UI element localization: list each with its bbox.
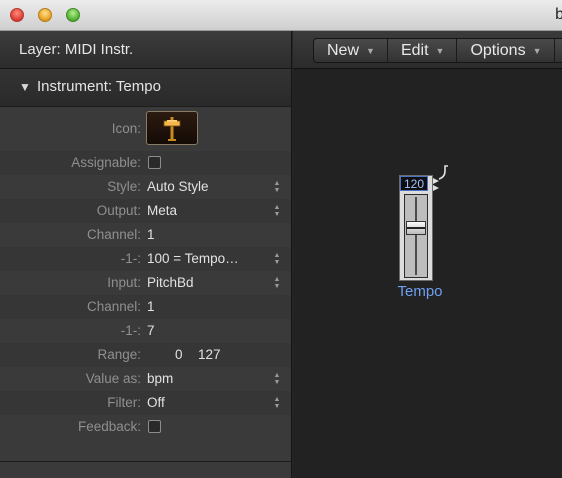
menu-label: Edit xyxy=(400,41,429,59)
param-row-channel: Channel: 1 xyxy=(0,223,291,247)
feedback-checkbox[interactable] xyxy=(148,420,161,433)
environment-toolbar: New ▼ Edit ▼ Options ▼ xyxy=(293,31,562,69)
app-window: b Layer: MIDI Instr. ▼ Instrument: Tempo… xyxy=(0,0,562,478)
param-label: Value as: xyxy=(85,371,141,386)
param-row-input-definition: -1-: 7 xyxy=(0,319,291,343)
fader-handle-line xyxy=(407,227,425,229)
close-window-button[interactable] xyxy=(10,8,24,22)
popup-arrows-icon[interactable]: ▲ ▼ xyxy=(273,180,281,194)
minimize-window-button[interactable] xyxy=(38,8,52,22)
param-label: Output: xyxy=(96,203,141,218)
tempo-object-name[interactable]: Tempo xyxy=(389,283,451,300)
layer-header[interactable]: Layer: MIDI Instr. xyxy=(0,31,291,69)
definition-popup[interactable]: 100 = Tempo… xyxy=(147,251,239,266)
param-row-icon: Icon: xyxy=(0,107,291,151)
param-label: Channel: xyxy=(86,299,141,314)
popup-arrows-icon[interactable]: ▲ ▼ xyxy=(273,372,281,386)
assignable-checkbox[interactable] xyxy=(148,156,161,169)
title-bar[interactable]: b xyxy=(0,0,562,31)
window-title: b xyxy=(555,6,562,23)
input-channel-value[interactable]: 1 xyxy=(147,299,155,314)
menu-label: New xyxy=(327,41,360,59)
style-popup[interactable]: Auto Style xyxy=(147,179,209,194)
instrument-section-header[interactable]: ▼ Instrument: Tempo xyxy=(0,69,291,107)
divider xyxy=(0,461,291,462)
disclosure-triangle-icon[interactable]: ▼ xyxy=(19,80,31,94)
range-low-value[interactable]: 0 xyxy=(175,347,183,362)
fader-track[interactable] xyxy=(404,194,428,278)
tempo-fader-object[interactable]: 120 xyxy=(399,175,433,281)
param-row-input: Input: PitchBd ▲ ▼ xyxy=(0,271,291,295)
param-label: Range: xyxy=(97,347,141,362)
param-row-feedback: Feedback: xyxy=(0,415,291,439)
param-row-definition: -1-: 100 = Tempo… ▲ ▼ xyxy=(0,247,291,271)
param-label: Channel: xyxy=(86,227,141,242)
inspector-panel: Layer: MIDI Instr. ▼ Instrument: Tempo I… xyxy=(0,31,292,478)
param-row-assignable: Assignable: xyxy=(0,151,291,175)
param-label: Assignable: xyxy=(71,155,141,170)
output-port-icon[interactable] xyxy=(433,178,439,184)
param-label: Icon: xyxy=(111,121,141,136)
output-port-icon[interactable] xyxy=(433,185,439,191)
output-channel-value[interactable]: 1 xyxy=(147,227,155,242)
param-label: -1-: xyxy=(120,251,141,266)
fader-icon xyxy=(163,117,181,141)
param-row-style: Style: Auto Style ▲ ▼ xyxy=(0,175,291,199)
chevron-down-icon: ▼ xyxy=(366,45,375,56)
param-label: Filter: xyxy=(107,395,141,410)
param-row-value-as: Value as: bpm ▲ ▼ xyxy=(0,367,291,391)
popup-arrows-icon[interactable]: ▲ ▼ xyxy=(273,276,281,290)
param-label: Feedback: xyxy=(77,419,141,434)
environment-canvas[interactable]: New ▼ Edit ▼ Options ▼ 120 Tempo xyxy=(293,31,562,478)
filter-popup[interactable]: Off xyxy=(147,395,165,410)
new-menu-button[interactable]: New ▼ xyxy=(314,39,388,62)
input-popup[interactable]: PitchBd xyxy=(147,275,194,290)
menu-label: Options xyxy=(470,41,526,59)
value-as-popup[interactable]: bpm xyxy=(147,371,173,386)
edit-menu-button[interactable]: Edit ▼ xyxy=(388,39,458,62)
fader-groove xyxy=(415,197,417,275)
options-menu-button[interactable]: Options ▼ xyxy=(457,39,555,62)
layer-title: Layer: MIDI Instr. xyxy=(19,41,134,58)
icon-picker-button[interactable] xyxy=(146,111,198,145)
param-label: Style: xyxy=(107,179,141,194)
param-row-output: Output: Meta ▲ ▼ xyxy=(0,199,291,223)
popup-arrows-icon[interactable]: ▲ ▼ xyxy=(273,252,281,266)
fader-handle[interactable] xyxy=(406,221,426,235)
range-high-value[interactable]: 127 xyxy=(198,347,221,362)
param-row-range: Range: 0 127 xyxy=(0,343,291,367)
param-label: -1-: xyxy=(120,323,141,338)
instrument-title: Instrument: Tempo xyxy=(37,78,161,95)
chevron-down-icon: ▼ xyxy=(532,45,542,56)
zoom-window-button[interactable] xyxy=(66,8,80,22)
param-label: Input: xyxy=(107,275,141,290)
input-definition-value[interactable]: 7 xyxy=(147,323,155,338)
param-row-input-channel: Channel: 1 xyxy=(0,295,291,319)
cable-connector-icon[interactable] xyxy=(438,163,452,181)
popup-arrows-icon[interactable]: ▲ ▼ xyxy=(273,204,281,218)
menu-button-group: New ▼ Edit ▼ Options ▼ xyxy=(313,38,562,63)
tempo-value-readout[interactable]: 120 xyxy=(400,176,428,191)
popup-arrows-icon[interactable]: ▲ ▼ xyxy=(273,396,281,410)
param-row-filter: Filter: Off ▲ ▼ xyxy=(0,391,291,415)
chevron-down-icon: ▼ xyxy=(435,45,445,56)
output-popup[interactable]: Meta xyxy=(147,203,177,218)
